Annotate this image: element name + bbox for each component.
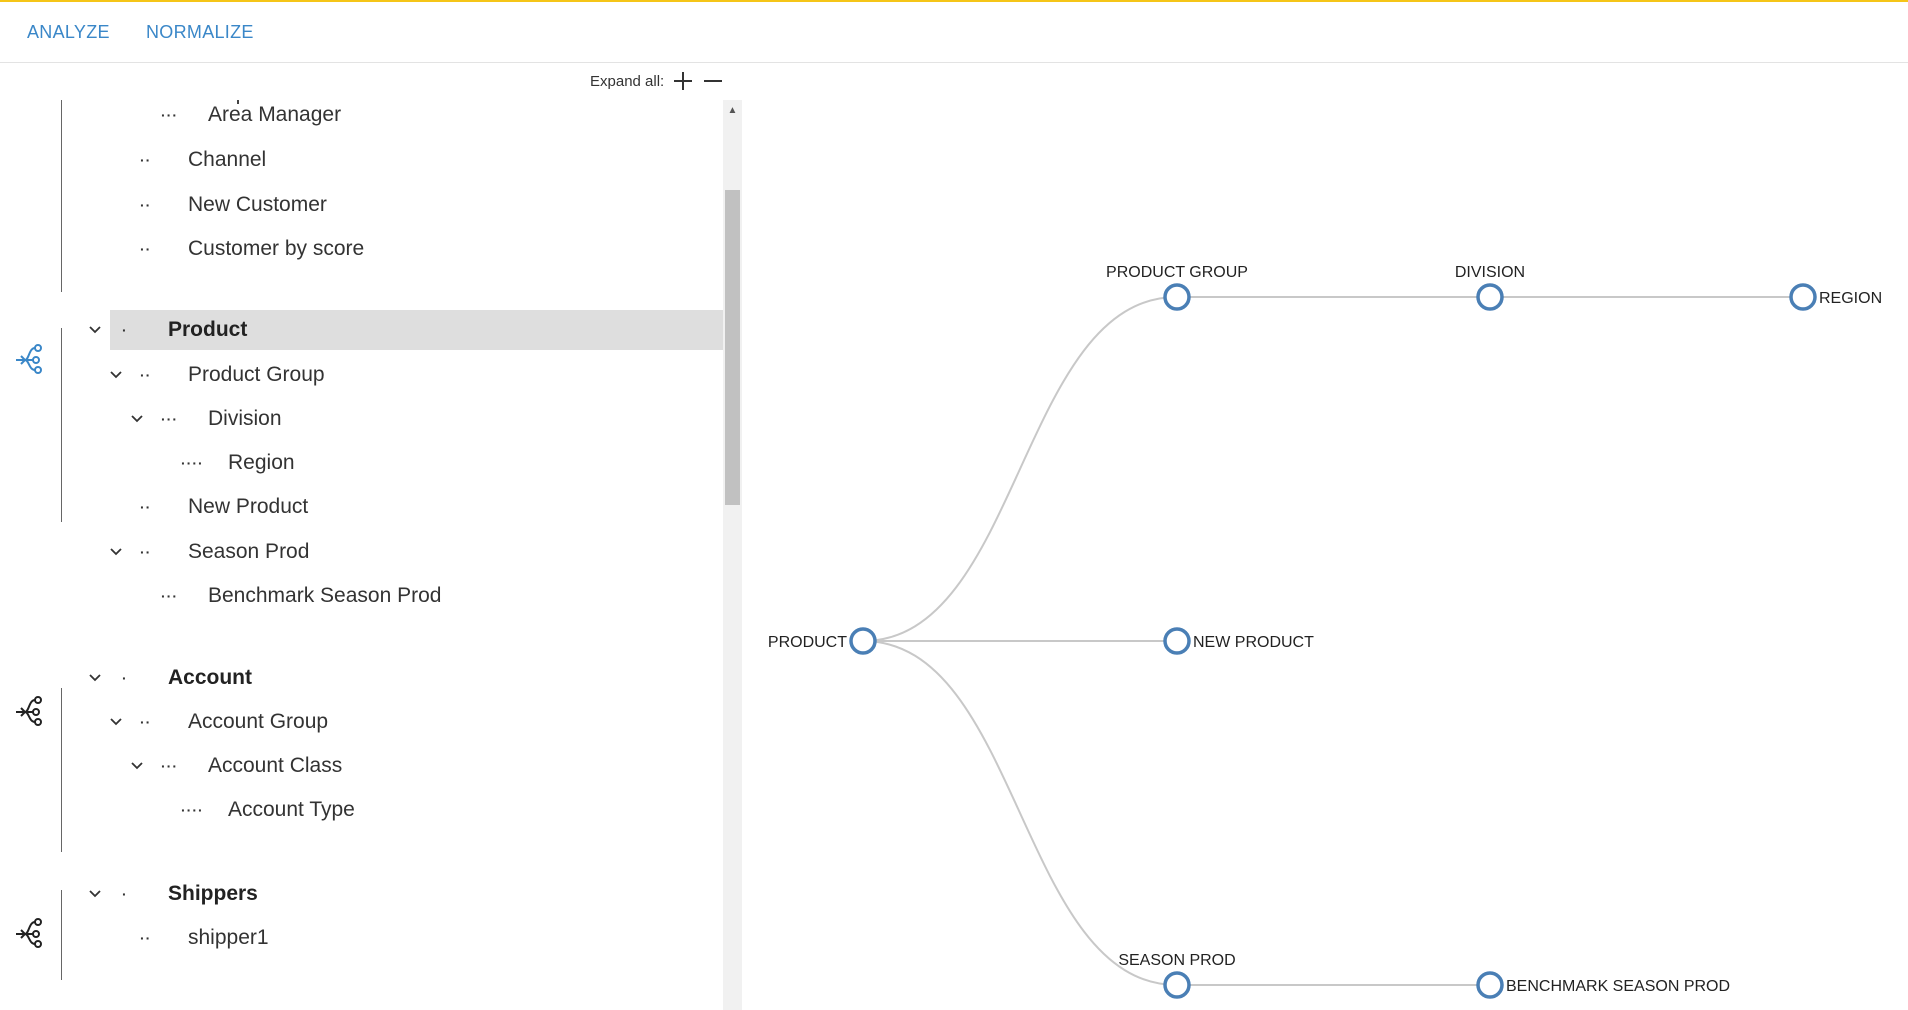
tab-analyze[interactable]: ANALYZE [27,22,110,43]
graph-node-label: NEW PRODUCT [1193,634,1314,651]
tree-row-area-manager[interactable]: ··· Area Manager [0,100,723,135]
level-dots: ·· [140,241,152,257]
level-dots: ·· [140,367,152,383]
graph-link-product-season_prod [862,640,1178,986]
graph-node-label: SEASON PROD [1118,952,1235,969]
tree-scrollbar[interactable]: ▲ [723,100,742,1010]
chevron-down-icon[interactable] [128,399,146,439]
tree-item-label: Product Group [188,363,325,386]
group-connector-line [61,328,62,522]
level-dots: ·· [140,714,152,730]
tree-row-account-type[interactable]: ···· Account Type [0,790,723,830]
chevron-down-icon[interactable] [128,746,146,786]
chevron-down-icon[interactable] [86,658,104,698]
chevron-down-icon[interactable] [86,310,104,350]
chevron-down-icon[interactable] [107,532,125,572]
tree-item-label: Account Class [208,754,343,777]
level-dots: · [122,886,128,902]
tree-row-region[interactable]: ···· Region [0,443,723,483]
graph-node-label: BENCHMARK SEASON PROD [1506,978,1730,995]
graph-node-new-product[interactable] [1163,627,1191,655]
tree-item-label: Account [168,666,252,689]
group-connector-line [61,688,62,852]
tree-row-shippers[interactable]: · Shippers [0,874,723,914]
graph-link-product-product_group [862,296,1178,642]
tree-item-label: Season Prod [188,540,310,563]
tree-item-label: Shippers [168,882,258,905]
graph-node-product-group[interactable] [1163,283,1191,311]
hierarchy-icon[interactable] [13,692,47,726]
level-dots: ···· [181,802,204,818]
graph-node-label: REGION [1819,290,1882,307]
graph-node-region[interactable] [1789,283,1817,311]
tree-item-label: Account Group [188,710,329,733]
hierarchy-graph: PRODUCT PRODUCT GROUP DIVISION REGION NEW PR… [768,264,1882,999]
graph-node-label: PRODUCT GROUP [1106,264,1248,281]
chevron-down-icon[interactable] [107,355,125,395]
tree-row-customer-by-score[interactable]: ·· Customer by score [0,229,723,269]
hierarchy-tree-panel: ··· Area Manager ·· Channel ·· New Customer ··… [0,100,742,1010]
tree-row-season-prod[interactable]: ·· Season Prod [0,532,723,572]
tree-row-product[interactable]: · Product [0,310,723,350]
level-dots: ·· [140,544,152,560]
top-navigation-bar: ANALYZE NORMALIZE [0,0,1908,63]
tree-item-label: Benchmark Season Prod [208,584,442,607]
tree-item-label: shipper1 [188,926,269,949]
scroll-up-arrow-icon[interactable]: ▲ [723,100,742,120]
tree-row-benchmark-season-prod[interactable]: ··· Benchmark Season Prod [0,576,723,616]
chevron-down-icon[interactable] [107,702,125,742]
level-dots: ··· [161,758,178,774]
graph-node-label: PRODUCT [768,634,847,651]
chevron-down-icon[interactable] [86,874,104,914]
minus-icon[interactable] [702,70,724,92]
group-connector-line [61,890,62,980]
tab-normalize[interactable]: NORMALIZE [146,22,254,43]
group-connector-line [61,100,62,292]
graph-node-label: DIVISION [1455,264,1525,281]
tree-row-account-group[interactable]: ·· Account Group [0,702,723,742]
level-dots: ·· [140,152,152,168]
tree-item-label: New Customer [188,193,327,216]
tree-item-label: Account Type [228,798,355,821]
tree-item-label: Area Manager [208,103,342,126]
tree-row-shipper1[interactable]: ·· shipper1 [0,918,723,958]
graph-node-season-prod[interactable] [1163,971,1191,999]
tree-row-channel[interactable]: ·· Channel [0,140,723,180]
tree-item-label: Region [228,451,295,474]
level-dots: ·· [140,499,152,515]
level-dots: ··· [161,107,178,123]
tree-row-division[interactable]: ··· Division [0,399,723,439]
level-dots: · [122,670,128,686]
tree-row-account-class[interactable]: ··· Account Class [0,746,723,786]
scrollbar-thumb[interactable] [725,190,740,505]
hierarchy-icon[interactable] [13,340,47,374]
expand-all-bar: Expand all: [590,68,724,94]
graph-node-division[interactable] [1476,283,1504,311]
tree-row-account[interactable]: · Account [0,658,723,698]
plus-icon[interactable] [672,70,694,92]
tree-row-new-customer[interactable]: ·· New Customer [0,185,723,225]
tree-item-label: New Product [188,495,309,518]
expand-all-label: Expand all: [590,72,665,90]
tree-item-label: Customer by score [188,237,365,260]
tree-item-label: Channel [188,148,267,171]
tree-row-new-product[interactable]: ·· New Product [0,487,723,527]
level-dots: ···· [181,455,204,471]
graph-node-benchmark[interactable] [1476,971,1504,999]
level-dots: ·· [140,197,152,213]
tree-item-label: Division [208,407,282,430]
level-dots: ··· [161,411,178,427]
level-dots: ·· [140,930,152,946]
level-dots: ··· [161,588,178,604]
hierarchy-icon[interactable] [13,914,47,948]
level-dots: · [122,322,128,338]
tree-item-label: Product [168,318,248,341]
graph-node-product[interactable] [849,627,877,655]
tree-row-product-group[interactable]: ·· Product Group [0,355,723,395]
